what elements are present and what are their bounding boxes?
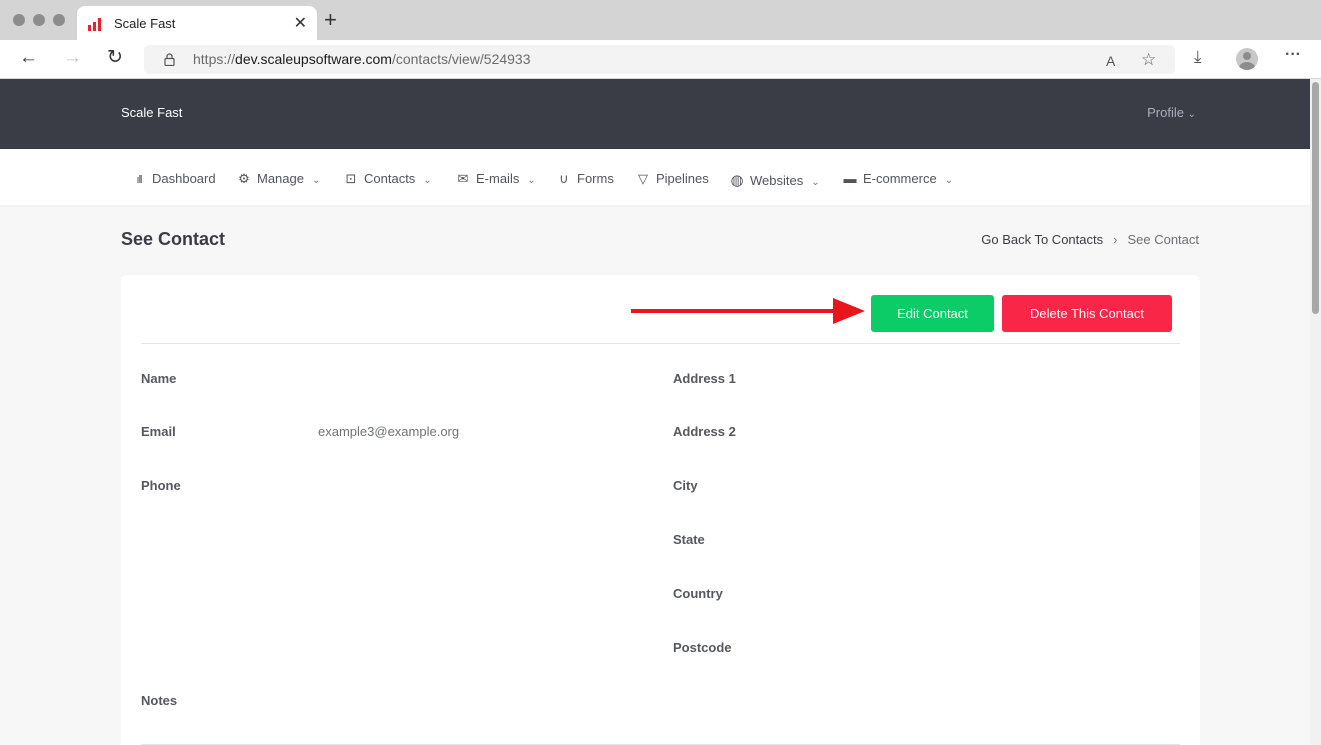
- address2-label: Address 2: [673, 424, 736, 439]
- nav-item-manage[interactable]: ⚙ Manage ⌄: [237, 171, 320, 187]
- chevron-down-icon: ⌄: [1187, 109, 1196, 120]
- nav-item-pipelines[interactable]: ▽ Pipelines: [636, 171, 709, 187]
- app-header: Scale Fast Profile ⌄: [0, 79, 1310, 149]
- globe-icon: ◍: [730, 172, 744, 189]
- nav-label: Forms: [577, 171, 614, 186]
- nav-label: Pipelines: [656, 171, 709, 186]
- nav-label: Manage: [257, 171, 304, 186]
- chevron-down-icon: ⌄: [423, 175, 432, 186]
- magnet-icon: ∪: [559, 171, 569, 186]
- profile-menu[interactable]: Profile ⌄: [1147, 105, 1196, 120]
- address1-label: Address 1: [673, 371, 736, 386]
- chevron-down-icon: ⌄: [527, 175, 536, 186]
- maximize-window-button[interactable]: [53, 14, 65, 26]
- bar-chart-icon: ıll: [136, 174, 143, 186]
- favorites-star-icon[interactable]: ☆: [1141, 50, 1156, 70]
- breadcrumb-separator: ›: [1113, 232, 1118, 247]
- divider: [141, 343, 1180, 344]
- nav-item-dashboard[interactable]: ıll Dashboard: [132, 171, 216, 186]
- forward-arrow-icon[interactable]: →: [63, 48, 82, 68]
- new-tab-button[interactable]: +: [324, 9, 337, 31]
- browser-address-bar: ← → ↻ https://dev.scaleupsoftware.com/co…: [0, 40, 1321, 79]
- scale-fast-favicon-icon: [88, 17, 104, 31]
- back-arrow-icon[interactable]: ←: [19, 48, 38, 68]
- read-aloud-icon[interactable]: A: [1106, 53, 1115, 69]
- profile-label: Profile: [1147, 105, 1184, 120]
- contact-card: Edit Contact Delete This Contact Name Em…: [121, 275, 1200, 745]
- nav-label: E-mails: [476, 171, 520, 186]
- phone-label: Phone: [141, 478, 181, 493]
- browser-tab-active[interactable]: Scale Fast ✕: [77, 6, 317, 40]
- chevron-down-icon: ⌄: [944, 175, 954, 186]
- downloads-icon[interactable]: ⤓: [1194, 47, 1202, 67]
- nav-item-forms[interactable]: ∪ Forms: [557, 171, 614, 187]
- page-scrollbar[interactable]: [1310, 79, 1321, 745]
- breadcrumb-back-link[interactable]: Go Back To Contacts: [981, 232, 1103, 247]
- nav-label: E-commerce: [863, 171, 937, 186]
- chevron-down-icon: ⌄: [811, 177, 820, 188]
- browser-tab-bar: Scale Fast ✕ +: [0, 0, 1321, 40]
- nav-label: Dashboard: [152, 171, 216, 186]
- nav-label: Websites: [750, 173, 804, 188]
- email-label: Email: [141, 424, 176, 439]
- breadcrumb: Go Back To Contacts › See Contact: [981, 232, 1199, 247]
- brand-name[interactable]: Scale Fast: [121, 105, 182, 120]
- nav-item-emails[interactable]: ✉ E-mails ⌄: [456, 171, 536, 187]
- edit-contact-button[interactable]: Edit Contact: [871, 295, 994, 332]
- page-title: See Contact: [121, 229, 226, 249]
- tab-title: Scale Fast: [114, 16, 176, 31]
- more-options-icon[interactable]: ···: [1285, 46, 1301, 64]
- nav-item-contacts[interactable]: ⊡ Contacts ⌄: [344, 171, 432, 187]
- contact-card-icon: ⊡: [345, 171, 357, 186]
- delete-contact-button[interactable]: Delete This Contact: [1002, 295, 1172, 332]
- nav-label: Contacts: [364, 171, 416, 186]
- annotation-arrow-icon: [631, 298, 865, 324]
- state-label: State: [673, 532, 705, 547]
- minimize-window-button[interactable]: [33, 14, 45, 26]
- main-nav: ıll Dashboard ⚙ Manage ⌄ ⊡ Contacts ⌄ ✉ E-mail…: [0, 149, 1310, 205]
- country-label: Country: [673, 586, 723, 601]
- notes-label: Notes: [141, 693, 178, 708]
- lock-icon: [164, 53, 175, 66]
- url-input[interactable]: https://dev.scaleupsoftware.com/contacts…: [144, 45, 1175, 74]
- scrollbar-thumb[interactable]: [1312, 82, 1319, 314]
- postcode-label: Postcode: [673, 640, 732, 655]
- envelope-icon: ✉: [457, 171, 469, 186]
- email-value: example3@example.org: [318, 424, 460, 439]
- url-text: https://dev.scaleupsoftware.com/contacts…: [193, 51, 531, 67]
- reload-icon[interactable]: ↻: [107, 48, 123, 68]
- name-label: Name: [141, 371, 177, 386]
- close-window-button[interactable]: [13, 14, 25, 26]
- nav-item-ecommerce[interactable]: ▬ E-commerce ⌄: [843, 171, 954, 186]
- gear-icon: ⚙: [238, 171, 250, 186]
- breadcrumb-current: See Contact: [1127, 232, 1199, 247]
- browser-profile-avatar[interactable]: [1236, 48, 1258, 70]
- nav-item-websites[interactable]: ◍ Websites ⌄: [730, 171, 820, 189]
- filter-icon: ▽: [638, 171, 648, 186]
- chevron-down-icon: ⌄: [311, 175, 321, 186]
- tab-close-icon[interactable]: ✕: [294, 13, 307, 33]
- inbox-icon: ▬: [843, 171, 857, 186]
- city-label: City: [673, 478, 698, 493]
